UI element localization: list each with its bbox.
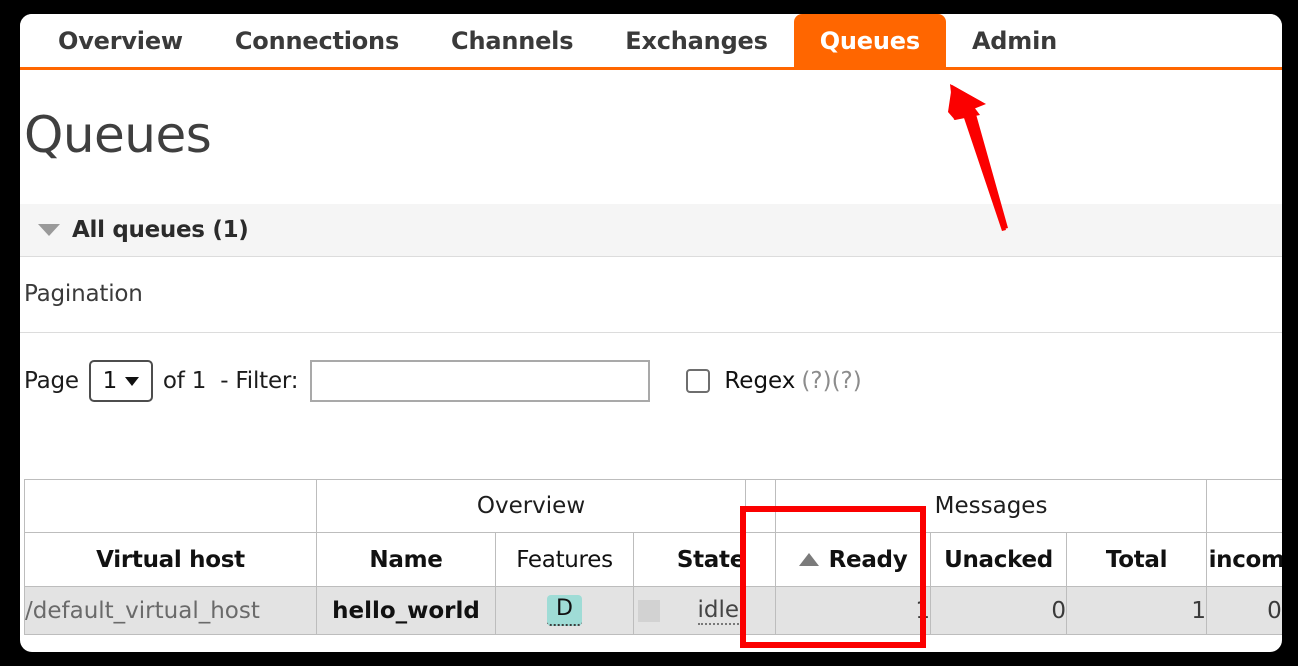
col-header-total[interactable]: Total	[1066, 532, 1208, 587]
regex-control: Regex (?) (?)	[686, 368, 862, 394]
nav-tab-overview[interactable]: Overview	[32, 14, 209, 67]
table-group-header-row: Overview Messages	[24, 479, 1282, 533]
pagination-heading: Pagination	[24, 281, 143, 307]
cell-unacked: 0	[930, 586, 1068, 635]
regex-label: Regex	[724, 368, 796, 394]
state-text[interactable]: idle	[697, 597, 740, 625]
nav-tab-connections[interactable]: Connections	[209, 14, 425, 67]
main-navbar: Overview Connections Channels Exchanges …	[20, 14, 1282, 70]
chevron-down-icon	[125, 376, 140, 386]
col-header-unacked[interactable]: Unacked	[930, 532, 1068, 587]
col-header-ready-label: Ready	[828, 546, 908, 573]
page-label: Page	[24, 368, 79, 394]
group-header-blank-left	[24, 479, 317, 533]
page-title: Queues	[24, 106, 212, 164]
group-header-blank-right	[1206, 479, 1282, 533]
nav-tab-exchanges-label: Exchanges	[625, 26, 768, 55]
nav-tab-overview-label: Overview	[58, 26, 183, 55]
regex-help-link-2[interactable]: (?)	[832, 368, 862, 394]
col-header-virtual-host[interactable]: Virtual host	[24, 532, 317, 587]
page-count-label: of 1	[162, 368, 207, 394]
nav-tab-queues[interactable]: Queues	[793, 14, 946, 67]
group-header-overview: Overview	[315, 479, 747, 533]
rabbitmq-management-page: Overview Connections Channels Exchanges …	[20, 14, 1282, 652]
state-indicator-icon	[637, 599, 660, 622]
cell-virtual-host: /default_virtual_host	[24, 586, 317, 635]
col-header-spacer	[745, 532, 777, 587]
page-select[interactable]: 1	[88, 360, 153, 402]
nav-tab-queues-label: Queues	[819, 26, 920, 55]
filter-label: - Filter:	[220, 368, 299, 394]
nav-tab-connections-label: Connections	[234, 26, 400, 55]
cell-queue-name[interactable]: hello_world	[316, 586, 496, 635]
col-header-name[interactable]: Name	[316, 532, 496, 587]
regex-help-link-1[interactable]: (?)	[801, 368, 831, 394]
col-header-ready[interactable]: Ready	[775, 532, 932, 587]
screenshot-root: Overview Connections Channels Exchanges …	[0, 0, 1298, 666]
all-queues-section-header[interactable]: All queues (1)	[20, 204, 1282, 257]
table-header-row: Virtual host Name Features State Ready U…	[24, 532, 1282, 587]
filter-input[interactable]	[310, 360, 651, 402]
durable-badge[interactable]: D	[547, 594, 582, 627]
nav-tab-admin-label: Admin	[971, 26, 1058, 55]
col-header-state[interactable]: State	[632, 532, 747, 587]
col-header-features[interactable]: Features	[495, 532, 634, 587]
cell-incoming: 0.00/	[1206, 586, 1282, 635]
queues-table: Overview Messages Virtual host Name Feat…	[24, 479, 1282, 635]
cell-ready: 1	[775, 586, 932, 635]
cell-total: 1	[1066, 586, 1208, 635]
pagination-divider	[20, 332, 1282, 333]
group-header-messages: Messages	[775, 479, 1208, 533]
sort-ascending-icon	[798, 553, 819, 567]
col-header-incoming[interactable]: incoming	[1206, 532, 1282, 587]
cell-spacer	[745, 586, 777, 635]
nav-tab-admin[interactable]: Admin	[946, 14, 1083, 67]
page-select-value: 1	[102, 368, 118, 394]
nav-tab-list: Overview Connections Channels Exchanges …	[20, 14, 1083, 67]
pagination-controls: Page 1 of 1 - Filter: Regex (?) (?)	[20, 355, 862, 407]
nav-tab-channels-label: Channels	[451, 26, 574, 55]
caret-down-icon[interactable]	[38, 224, 60, 236]
all-queues-label: All queues (1)	[72, 217, 249, 243]
nav-tab-exchanges[interactable]: Exchanges	[599, 14, 793, 67]
table-row[interactable]: /default_virtual_host hello_world D idle…	[24, 586, 1282, 635]
cell-features: D	[495, 586, 634, 635]
cell-state: idle	[632, 586, 747, 635]
regex-checkbox[interactable]	[686, 369, 711, 393]
group-header-spacer	[745, 479, 777, 533]
nav-tab-channels[interactable]: Channels	[425, 14, 599, 67]
